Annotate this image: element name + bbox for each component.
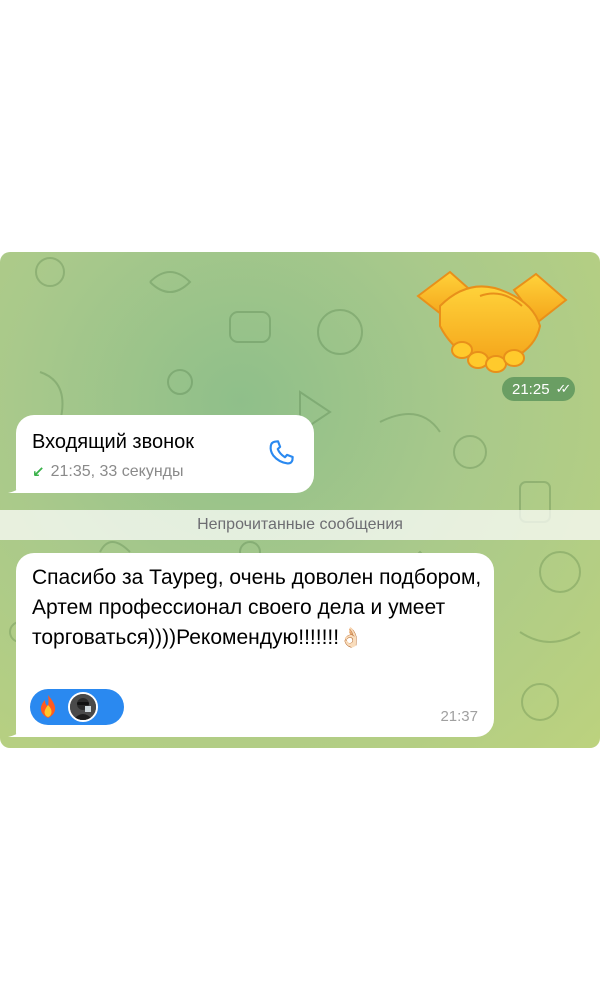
- bubble-tail: [8, 717, 28, 737]
- call-details: 21:35, 33 секунды: [50, 463, 184, 480]
- call-title: Входящий звонок: [32, 431, 195, 453]
- message-body: Спасибо за Тауреg, очень доволен подборо…: [32, 563, 482, 654]
- phone-icon[interactable]: [266, 437, 298, 469]
- unread-label: Непрочитанные сообщения: [197, 516, 403, 533]
- bubble-tail: [8, 473, 28, 493]
- ok-hand-emoji: 👌🏻: [339, 628, 363, 649]
- unread-messages-divider: Непрочитанные сообщения: [0, 510, 600, 540]
- call-meta: ↙ 21:35, 33 секунды: [32, 463, 184, 481]
- fire-icon: [34, 693, 62, 721]
- user-avatar: [68, 692, 98, 722]
- handshake-sticker[interactable]: [410, 266, 574, 374]
- incoming-arrow-icon: ↙: [32, 464, 45, 481]
- sticker-time: 21:25: [512, 380, 550, 398]
- chat-area: 21:25 ✓✓ Входящий звонок ↙ 21:35, 33 сек…: [0, 252, 600, 748]
- reaction-pill[interactable]: [30, 689, 124, 725]
- message-time: 21:37: [440, 708, 478, 725]
- text-message[interactable]: Спасибо за Тауреg, очень доволен подборо…: [8, 553, 494, 737]
- message-text: Спасибо за Тауреg, очень доволен подборо…: [32, 566, 482, 649]
- sticker-time-badge: 21:25 ✓✓: [502, 377, 576, 401]
- double-check-icon: ✓✓: [555, 381, 572, 396]
- incoming-call-message[interactable]: Входящий звонок ↙ 21:35, 33 секунды: [8, 415, 314, 493]
